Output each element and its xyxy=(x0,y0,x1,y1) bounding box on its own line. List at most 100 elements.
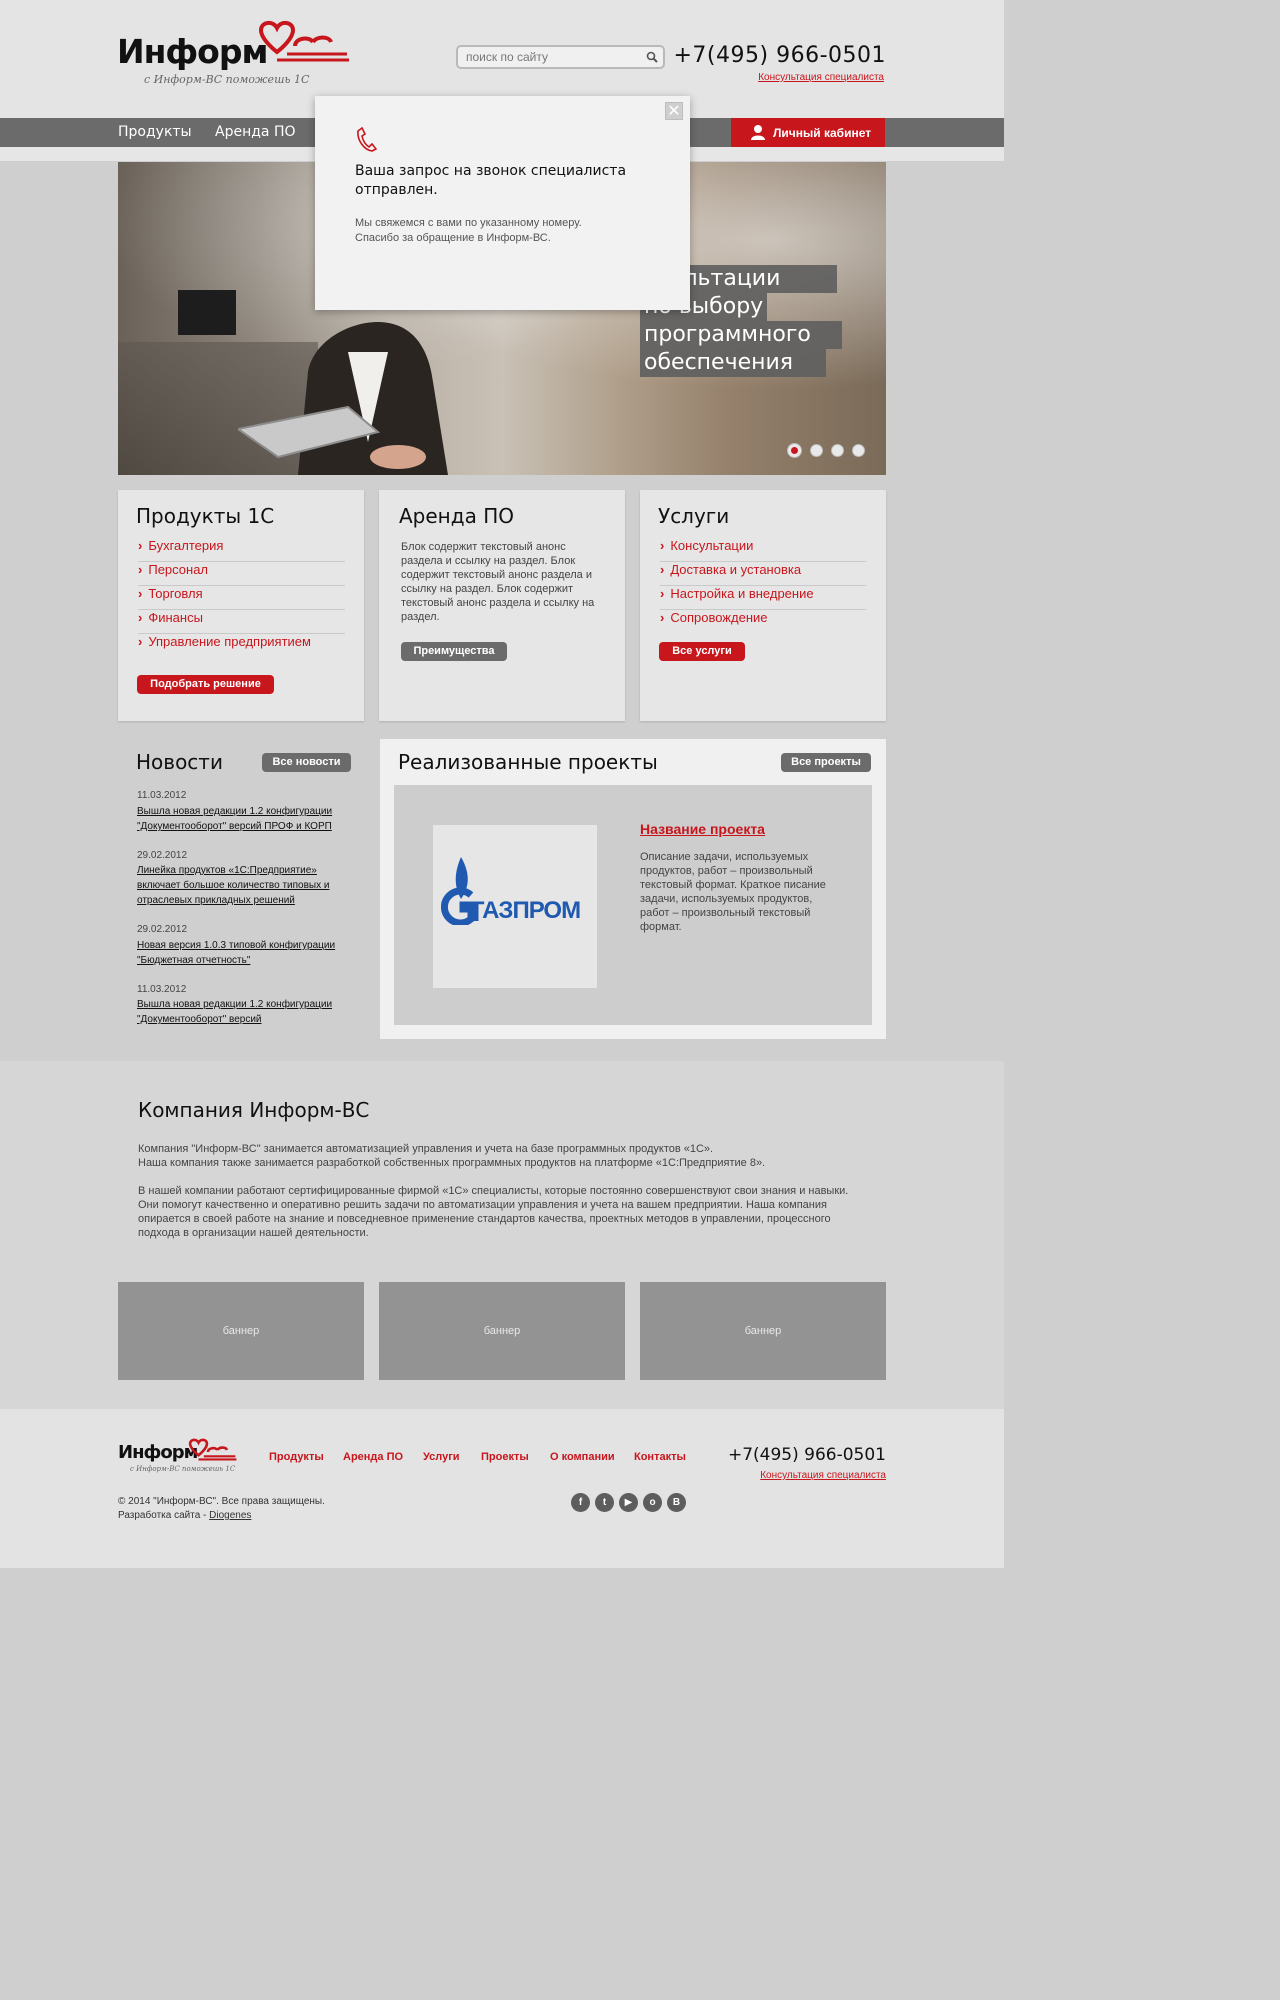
facebook-icon[interactable]: f xyxy=(571,1493,590,1512)
services-item[interactable]: › Консультации xyxy=(660,538,866,562)
rent-text: Блок содержит текстовый анонс раздела и … xyxy=(401,541,595,623)
news-date: 11.03.2012 xyxy=(137,790,187,801)
header-phone: +7(495) 966-0501 xyxy=(673,43,886,68)
all-services-button[interactable]: Все услуги xyxy=(659,642,745,661)
odnoklassniki-icon[interactable]: о xyxy=(643,1493,662,1512)
products-item[interactable]: › Управление предприятием xyxy=(138,634,345,658)
footer-link-about[interactable]: О компании xyxy=(550,1451,615,1463)
footer-link-services[interactable]: Услуги xyxy=(423,1451,460,1463)
consult-link[interactable]: Консультация специалиста xyxy=(758,72,884,83)
slider-dot-4[interactable] xyxy=(852,444,865,457)
modal-text-1: Мы свяжемся с вами по указанному номеру. xyxy=(355,217,582,229)
products-item[interactable]: › Бухгалтерия xyxy=(138,538,345,562)
rent-card: Аренда ПО Блок содержит текстовый анонс … xyxy=(379,490,625,721)
banner-3[interactable]: баннер xyxy=(640,1282,886,1380)
company-title: Компания Информ-ВС xyxy=(138,1098,370,1122)
all-projects-button[interactable]: Все проекты xyxy=(781,753,871,772)
products-item[interactable]: › Персонал xyxy=(138,562,345,586)
project-logo-text: ГАЗПРОМ xyxy=(471,897,581,924)
products-item[interactable]: › Торговля xyxy=(138,586,345,610)
search-icon[interactable] xyxy=(646,51,658,63)
services-item-label: Сопровождение xyxy=(670,610,768,625)
cabinet-label: Личный кабинет xyxy=(773,126,872,140)
chevron-right-icon: › xyxy=(660,586,665,601)
youtube-icon[interactable]: ▶ xyxy=(619,1493,638,1512)
hero-monitor xyxy=(178,290,236,335)
projects-title: Реализованные проекты xyxy=(398,750,658,774)
products-card: Продукты 1С › Бухгалтерия › Персонал › Торг… xyxy=(118,490,364,721)
footer-link-rent[interactable]: Аренда ПО xyxy=(343,1451,403,1463)
hero-caption-line3: программного xyxy=(640,321,842,349)
logo[interactable]: Информ ВС с Информ-ВС поможешь 1С xyxy=(117,20,357,90)
services-item[interactable]: › Настройка и внедрение xyxy=(660,586,866,610)
news-title: Новости xyxy=(136,750,223,774)
advantages-button[interactable]: Преимущества xyxy=(401,642,507,661)
project-slide: ГАЗПРОМ Название проекта Описание задачи… xyxy=(394,785,872,1025)
products-item[interactable]: › Финансы xyxy=(138,610,345,634)
footer-link-projects[interactable]: Проекты xyxy=(481,1451,529,1463)
footer-link-contacts[interactable]: Контакты xyxy=(634,1451,686,1463)
banner-2[interactable]: баннер xyxy=(379,1282,625,1380)
user-icon xyxy=(751,125,765,140)
news-link[interactable]: Линейка продуктов «1С:Предприятие» включ… xyxy=(137,863,352,908)
logo-tagline: с Информ-ВС поможешь 1С xyxy=(144,73,310,86)
services-title: Услуги xyxy=(658,504,730,528)
products-item-label: Управление предприятием xyxy=(148,634,311,649)
company-text-2: Наша компания также занимается разработк… xyxy=(138,1157,766,1169)
services-item[interactable]: › Доставка и установка xyxy=(660,562,866,586)
logo-heart-icon xyxy=(258,21,349,62)
all-news-button[interactable]: Все новости xyxy=(262,753,351,772)
products-item-label: Финансы xyxy=(148,610,203,625)
services-card: Услуги › Консультации › Доставка и установ… xyxy=(640,490,886,721)
footer-logo-tagline: с Информ-ВС поможешь 1С xyxy=(130,1465,236,1473)
chevron-right-icon: › xyxy=(138,610,143,625)
footer-consult-link[interactable]: Консультация специалиста xyxy=(760,1470,886,1481)
developer-link[interactable]: Diogenes xyxy=(209,1510,251,1521)
project-name-link[interactable]: Название проекта xyxy=(640,821,765,837)
developer-credit: Разработка сайта - Diogenes xyxy=(118,1510,251,1521)
news-date: 29.02.2012 xyxy=(137,924,188,935)
twitter-icon[interactable]: t xyxy=(595,1493,614,1512)
vkontakte-icon[interactable]: В xyxy=(667,1493,686,1512)
slider-dot-3[interactable] xyxy=(831,444,844,457)
chevron-right-icon: › xyxy=(138,538,143,553)
developer-prefix: Разработка сайта - xyxy=(118,1510,210,1521)
nav-item-products[interactable]: Продукты xyxy=(118,124,192,140)
services-item-label: Доставка и установка xyxy=(670,562,802,577)
news-link[interactable]: Вышла новая редакции 1.2 конфигурации "Д… xyxy=(137,997,352,1027)
banner-1[interactable]: баннер xyxy=(118,1282,364,1380)
projects-panel: Реализованные проекты Все проекты ГАЗПРО… xyxy=(380,739,886,1039)
company-text-1: Компания "Информ-ВС" занимается автомати… xyxy=(138,1143,714,1155)
footer-logo-heart-icon xyxy=(188,1438,237,1461)
footer-link-products[interactable]: Продукты xyxy=(269,1451,324,1463)
close-icon[interactable]: ✕ xyxy=(665,102,683,120)
company-text-3: В нашей компании работают сертифицирован… xyxy=(138,1185,849,1239)
footer-logo-text: Информ xyxy=(118,1442,198,1463)
pick-solution-button[interactable]: Подобрать решение xyxy=(137,675,274,694)
slider-dot-1[interactable] xyxy=(788,444,801,457)
nav-item-rent[interactable]: Аренда ПО xyxy=(215,124,296,140)
chevron-right-icon: › xyxy=(138,562,143,577)
copyright: © 2014 "Информ-ВС". Все права защищены. xyxy=(118,1496,325,1507)
slider-dot-2[interactable] xyxy=(810,444,823,457)
cabinet-button[interactable]: Личный кабинет xyxy=(731,118,885,147)
footer-phone: +7(495) 966-0501 xyxy=(727,1445,886,1465)
chevron-right-icon: › xyxy=(660,610,665,625)
services-item[interactable]: › Сопровождение xyxy=(660,610,866,634)
chevron-right-icon: › xyxy=(660,562,665,577)
phone-icon xyxy=(357,126,377,152)
hero-woman-image xyxy=(238,322,448,475)
modal-title: Ваша запрос на звонок специалиста отправ… xyxy=(355,163,627,198)
news-date: 29.02.2012 xyxy=(137,850,188,861)
services-item-label: Консультации xyxy=(670,538,754,553)
footer-logo[interactable]: Информ с Информ-ВС поможешь 1С xyxy=(118,1436,238,1476)
chevron-right-icon: › xyxy=(660,538,665,553)
news-link[interactable]: Новая версия 1.0.3 типовой конфигурации … xyxy=(137,938,352,968)
search-input[interactable] xyxy=(458,47,638,67)
news-link[interactable]: Вышла новая редакции 1.2 конфигурации "Д… xyxy=(137,804,352,834)
products-item-label: Бухгалтерия xyxy=(148,538,224,553)
project-logo[interactable]: ГАЗПРОМ xyxy=(433,825,597,988)
chevron-right-icon: › xyxy=(138,634,143,649)
logo-accent: ВС xyxy=(277,34,278,35)
products-item-label: Торговля xyxy=(148,586,203,601)
